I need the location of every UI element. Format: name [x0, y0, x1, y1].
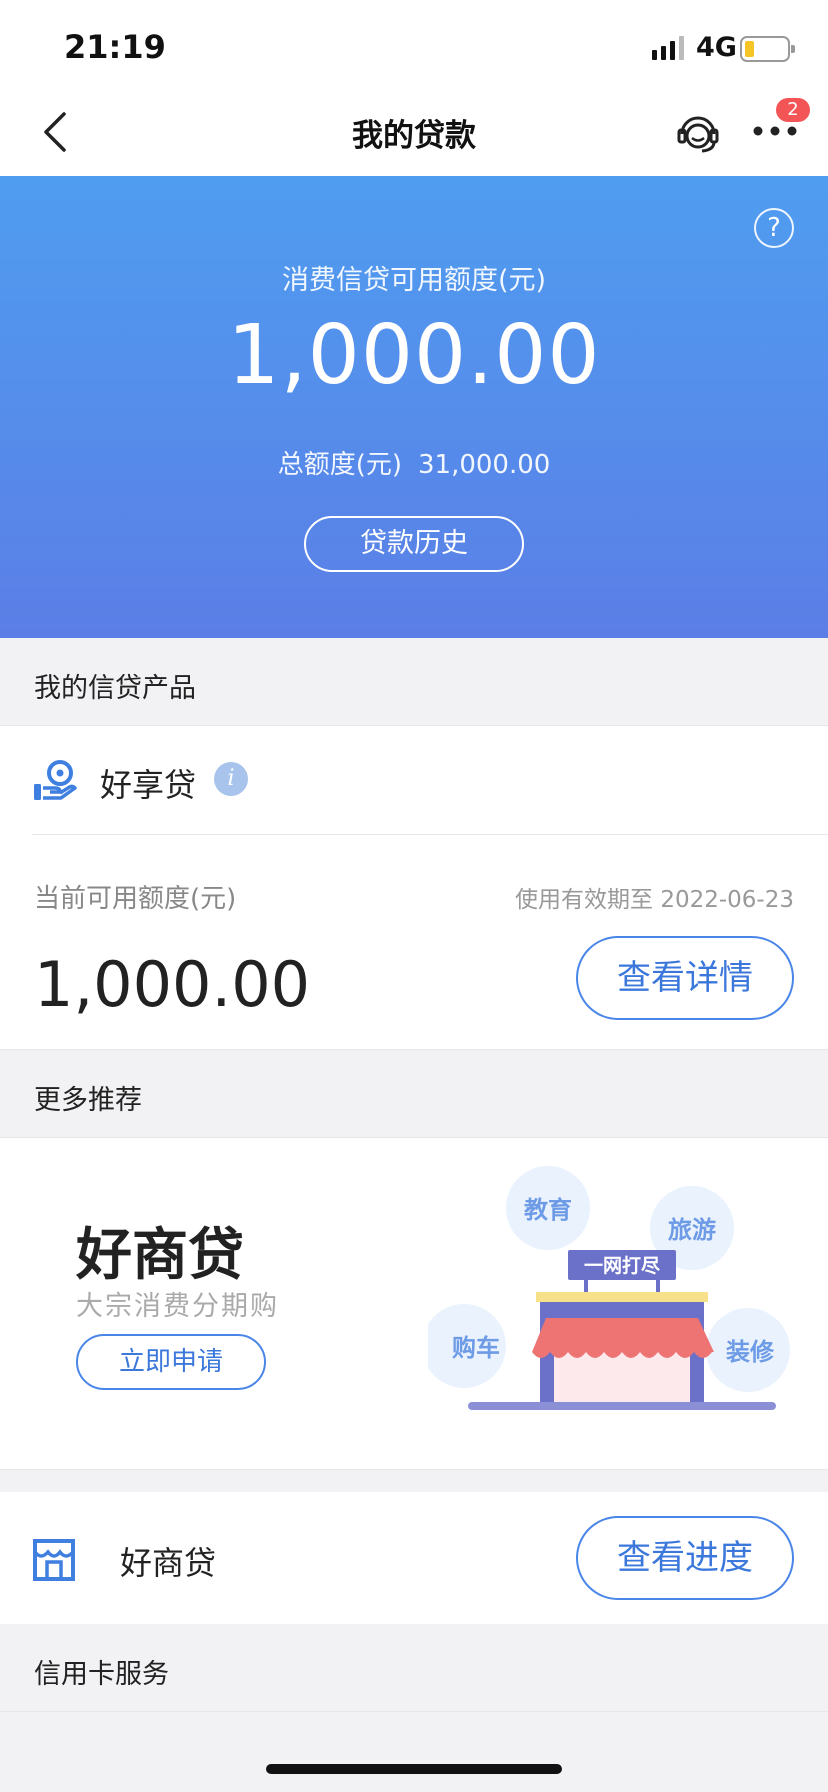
credit-summary: ? 消费信贷可用额度(元) 1,000.00 总额度(元) 31,000.00 贷… [0, 176, 828, 638]
battery-icon [740, 36, 795, 62]
divider [32, 834, 828, 835]
shop-illustration: 教育 旅游 购车 装修 一网打尽 [428, 1166, 790, 1410]
section-title: 更多推荐 [34, 1085, 142, 1116]
valid-until-label: 使用有效期至 2022-06-23 [515, 887, 794, 913]
signal-icon [652, 36, 684, 60]
notification-badge: 2 [776, 98, 810, 122]
view-progress-button[interactable]: 查看进度 [576, 1516, 794, 1600]
store-icon [33, 1539, 75, 1581]
nav-bar: 我的贷款 2 [0, 88, 828, 176]
loan-history-button[interactable]: 贷款历史 [304, 516, 524, 572]
current-available-amount: 1,000.00 [34, 948, 311, 1021]
business-loan-row[interactable]: 好商贷 查看进度 [0, 1492, 828, 1624]
available-credit-label: 消费信贷可用额度(元) [281, 265, 547, 296]
network-type: 4G [696, 32, 737, 63]
loan-hand-icon [34, 760, 77, 800]
product-name: 好享贷 [100, 766, 197, 804]
section-title: 我的信贷产品 [34, 673, 196, 704]
available-credit-amount: 1,000.00 [227, 308, 601, 403]
section-title: 信用卡服务 [34, 1659, 169, 1690]
help-icon[interactable]: ? [754, 208, 794, 248]
total-credit-label: 总额度(元) [277, 450, 402, 480]
view-details-button[interactable]: 查看详情 [576, 936, 794, 1020]
shop-sign: 一网打尽 [584, 1254, 661, 1277]
customer-service-icon[interactable] [674, 108, 722, 156]
section-header-credit-card: 信用卡服务 [0, 1624, 828, 1712]
bubble-travel: 旅游 [668, 1216, 716, 1244]
product-card[interactable]: 好享贷 i 当前可用额度(元) 使用有效期至 2022-06-23 1,000.… [0, 726, 828, 1050]
total-credit-amount: 31,000.00 [417, 450, 551, 480]
bubble-car: 购车 [452, 1334, 500, 1362]
banner-title: 好商贷 [76, 1223, 244, 1288]
promo-banner[interactable]: 好商贷 大宗消费分期购 立即申请 教育 旅游 购车 装修 一网打尽 [0, 1138, 828, 1470]
bubble-education: 教育 [524, 1196, 572, 1224]
info-icon[interactable]: i [214, 762, 248, 796]
business-loan-name: 好商贷 [120, 1544, 217, 1582]
total-credit: 总额度(元) 31,000.00 [0, 444, 828, 481]
home-indicator [266, 1764, 562, 1774]
banner-subtitle: 大宗消费分期购 [76, 1291, 279, 1322]
bubble-decoration: 装修 [726, 1338, 775, 1366]
current-available-label: 当前可用额度(元) [34, 884, 237, 914]
status-bar: 21:19 4G [0, 0, 828, 88]
section-header-recommend: 更多推荐 [0, 1050, 828, 1138]
status-time: 21:19 [64, 28, 166, 66]
apply-now-button[interactable]: 立即申请 [76, 1334, 266, 1390]
section-header-my-products: 我的信贷产品 [0, 638, 828, 726]
